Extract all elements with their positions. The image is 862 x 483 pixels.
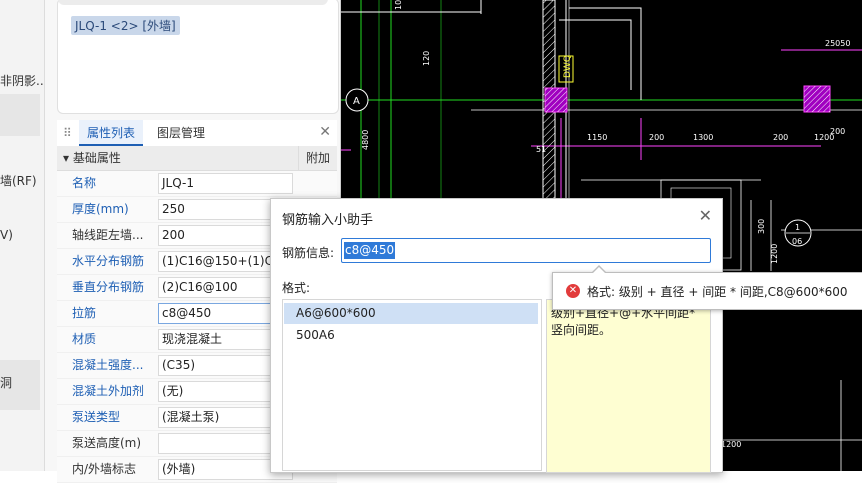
property-group-header[interactable]: ▾ 基础属性 附加 [57, 146, 337, 171]
rebar-info-label: 钢筋信息: [282, 246, 335, 260]
close-icon[interactable]: ✕ [319, 124, 331, 140]
rebar-info-input[interactable]: c8@450 [341, 238, 711, 263]
group-label: ▾ 基础属性 [63, 151, 121, 165]
dialog-close-icon[interactable]: ✕ [699, 206, 712, 225]
left-strip-item[interactable]: 洞 [0, 374, 12, 391]
property-name: 名称 [72, 176, 97, 190]
axis-label-a: A [353, 96, 360, 107]
dim-200c: 200 [830, 127, 845, 136]
dim-1300: 1300 [693, 133, 713, 142]
tab-properties[interactable]: 属性列表 [79, 120, 144, 146]
format-item[interactable]: A6@600*600 [284, 303, 538, 324]
property-name: 拉筋 [72, 306, 97, 320]
tab-layers[interactable]: 图层管理 [149, 120, 213, 146]
format-hint-text: 级别+直径+@+水平间距*竖向间距。 [551, 306, 696, 337]
property-name: 泵送高度(m) [72, 436, 142, 450]
property-name: 材质 [72, 332, 97, 346]
left-strip-item[interactable]: 非阴影... [0, 72, 44, 89]
tooltip-arrow-inner [592, 267, 606, 274]
dim-25050: 25050 [825, 39, 850, 48]
property-name: 泵送类型 [72, 410, 121, 424]
dim-1200c: 1200 [721, 440, 741, 449]
format-label: 格式: [282, 281, 311, 295]
format-error-tooltip: ✕ 格式: 级别 + 直径 + 间距 * 间距,C8@600*600 [552, 265, 862, 310]
dim-200b: 200 [773, 133, 788, 142]
drag-grip-icon[interactable]: ⠿ [63, 126, 72, 140]
dim-200a: 200 [649, 133, 664, 142]
dim-1150: 1150 [587, 133, 607, 142]
rebar-info-selected-text: c8@450 [344, 242, 396, 259]
property-name: 混凝土外加剂 [72, 384, 145, 398]
element-search-bar[interactable] [58, 0, 328, 5]
format-hint-box: 级别+直径+@+水平间距*竖向间距。 [546, 299, 711, 473]
tab-bar: ⠿ 属性列表 图层管理 ✕ [57, 120, 337, 147]
axis-label-b-bottom: 06 [792, 237, 802, 246]
property-name: 内/外墙标志 [72, 462, 137, 476]
dim-1200b: 1200 [770, 244, 779, 264]
tag-dwq: DWQ [563, 55, 573, 78]
property-name: 厚度(mm) [72, 202, 129, 216]
property-name: 水平分布钢筋 [72, 254, 145, 268]
group-extra-column: 附加 [298, 146, 337, 170]
property-row[interactable]: 名称 JLQ-1 [57, 171, 337, 197]
left-strip-highlight [0, 94, 40, 136]
left-strip-item[interactable]: V) [0, 228, 13, 242]
error-icon: ✕ [566, 284, 580, 298]
property-name: 混凝土强度... [72, 358, 144, 372]
dim-120: 120 [422, 51, 431, 66]
element-list-box: JLQ-1 <2> [外墙] [57, 0, 339, 114]
rebar-input-dialog: 钢筋输入小助手 ✕ 钢筋信息: c8@450 格式: A6@600*600 50… [270, 198, 723, 473]
left-strip: 非阴影... 墙(RF) V) 洞 [0, 0, 45, 471]
format-list[interactable]: A6@600*600 500A6 [282, 299, 542, 471]
axis-label-b-top: 1 [795, 223, 800, 232]
dialog-title: 钢筋输入小助手 [282, 213, 374, 228]
tooltip-text: 格式: 级别 + 直径 + 间距 * 间距,C8@600*600 [587, 285, 848, 299]
format-item[interactable]: 500A6 [284, 325, 538, 346]
dim-51: 51 [536, 145, 546, 154]
property-name: 垂直分布钢筋 [72, 280, 145, 294]
property-value[interactable]: JLQ-1 [158, 173, 293, 194]
left-strip-item[interactable]: 墙(RF) [0, 172, 37, 189]
dim-4800: 4800 [361, 130, 370, 150]
property-name: 轴线距左墙... [72, 228, 144, 242]
element-chip[interactable]: JLQ-1 <2> [外墙] [71, 16, 180, 35]
dim-10: 10 [394, 0, 403, 10]
dim-300: 300 [757, 219, 766, 234]
